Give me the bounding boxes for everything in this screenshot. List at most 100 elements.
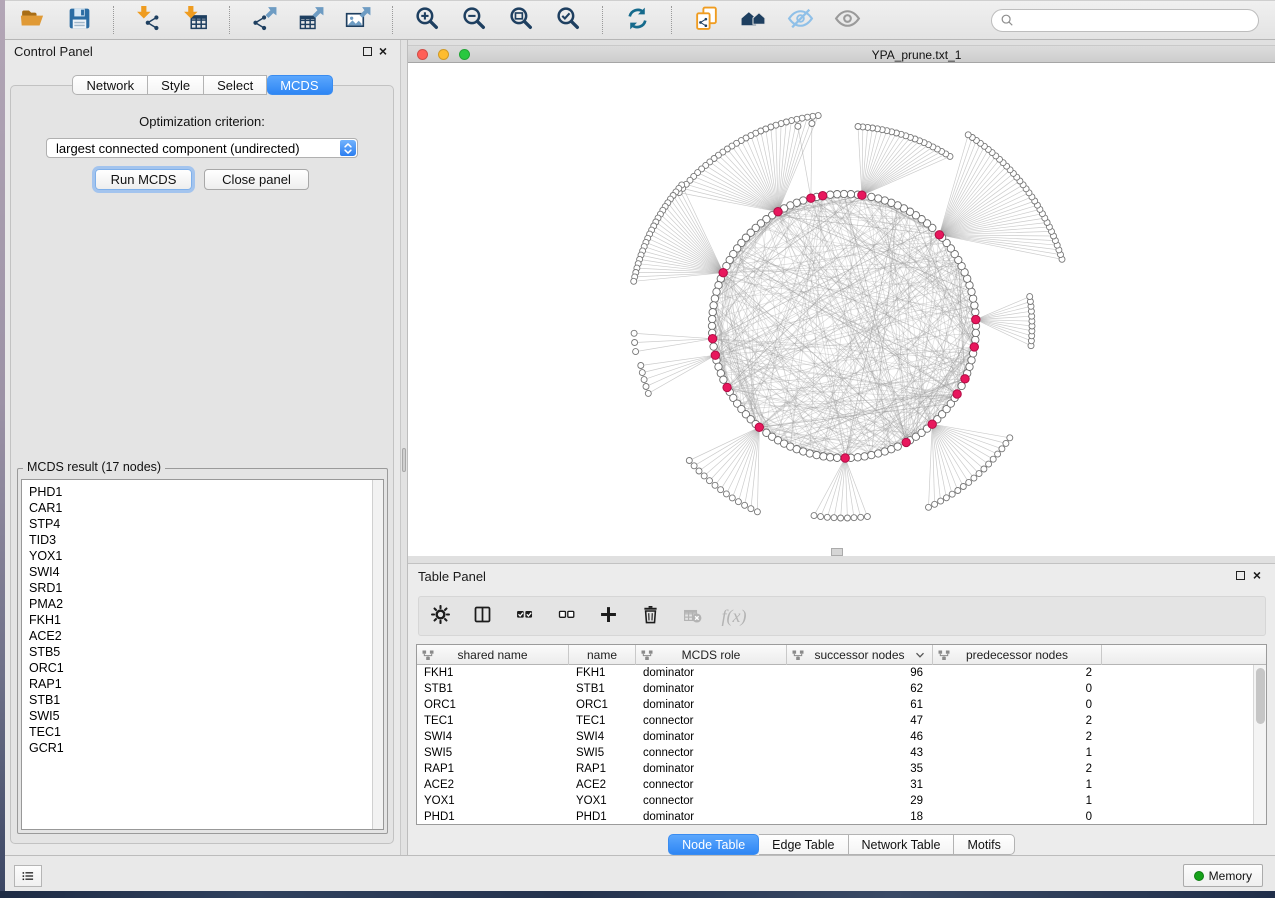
table-scrollbar[interactable] [1253, 665, 1266, 824]
criterion-dropdown[interactable]: largest connected component (undirected) [46, 138, 358, 158]
zoom-out-button[interactable] [457, 4, 491, 36]
mcds-result-item[interactable]: GCR1 [22, 740, 371, 756]
table-cell[interactable]: 2 [933, 729, 1102, 745]
table-cell[interactable]: SWI5 [417, 745, 569, 761]
table-row[interactable]: SWI5SWI5connector431 [417, 745, 1266, 761]
table-cell[interactable]: dominator [636, 665, 787, 681]
table-cell[interactable]: 18 [787, 809, 933, 824]
table-cell[interactable]: SWI4 [417, 729, 569, 745]
save-session-button[interactable] [62, 4, 96, 36]
mcds-result-item[interactable]: SRD1 [22, 580, 371, 596]
close-panel-button[interactable]: Close panel [204, 169, 309, 190]
table-cell[interactable]: 31 [787, 777, 933, 793]
tab-network[interactable]: Network [72, 75, 148, 95]
mcds-result-item[interactable]: PMA2 [22, 596, 371, 612]
table-cell[interactable]: dominator [636, 697, 787, 713]
zoom-in-button[interactable] [410, 4, 444, 36]
mcds-result-item[interactable]: RAP1 [22, 676, 371, 692]
import-network-button[interactable] [131, 4, 165, 36]
close-window-icon[interactable] [417, 49, 428, 60]
first-neighbors-button[interactable] [736, 4, 770, 36]
table-cell[interactable]: connector [636, 713, 787, 729]
table-cell[interactable]: STB1 [569, 681, 636, 697]
table-row[interactable]: STB1STB1dominator620 [417, 681, 1266, 697]
float-panel-icon[interactable] [363, 47, 372, 56]
mcds-result-item[interactable]: STB1 [22, 692, 371, 708]
table-cell[interactable]: 1 [933, 777, 1102, 793]
delete-column-button[interactable] [637, 602, 663, 630]
table-cell[interactable]: FKH1 [417, 665, 569, 681]
list-scrollbar[interactable] [372, 480, 383, 829]
deselect-all-button[interactable] [553, 602, 579, 630]
duplicate-network-button[interactable] [689, 4, 723, 36]
export-table-button[interactable] [294, 4, 328, 36]
table-row[interactable]: RAP1RAP1dominator352 [417, 761, 1266, 777]
mcds-result-item[interactable]: ORC1 [22, 660, 371, 676]
table-row[interactable]: ACE2ACE2connector311 [417, 777, 1266, 793]
mcds-result-item[interactable]: PHD1 [22, 484, 371, 500]
add-column-button[interactable] [595, 602, 621, 630]
table-cell[interactable]: FKH1 [569, 665, 636, 681]
tab-style[interactable]: Style [148, 75, 204, 95]
table-cell[interactable]: PHD1 [417, 809, 569, 824]
scrollbar-thumb[interactable] [1256, 668, 1265, 724]
mcds-result-item[interactable]: TID3 [22, 532, 371, 548]
table-cell[interactable]: 29 [787, 793, 933, 809]
table-cell[interactable]: 1 [933, 745, 1102, 761]
table-cell[interactable]: RAP1 [569, 761, 636, 777]
mcds-result-item[interactable]: YOX1 [22, 548, 371, 564]
table-cell[interactable]: 0 [933, 809, 1102, 824]
table-cell[interactable]: PHD1 [569, 809, 636, 824]
mcds-result-item[interactable]: STB5 [22, 644, 371, 660]
tab-edge-table[interactable]: Edge Table [759, 834, 848, 855]
show-column-button[interactable] [469, 602, 495, 630]
export-network-button[interactable] [247, 4, 281, 36]
table-options-button[interactable] [427, 602, 453, 630]
table-cell[interactable]: 47 [787, 713, 933, 729]
hide-selected-button[interactable] [783, 4, 817, 36]
mcds-result-item[interactable]: ACE2 [22, 628, 371, 644]
table-cell[interactable]: 2 [933, 713, 1102, 729]
table-cell[interactable]: RAP1 [417, 761, 569, 777]
select-all-button[interactable] [511, 602, 537, 630]
column-header-name[interactable]: name [569, 645, 636, 665]
mcds-result-item[interactable]: FKH1 [22, 612, 371, 628]
table-cell[interactable]: dominator [636, 761, 787, 777]
table-cell[interactable]: 46 [787, 729, 933, 745]
column-header-successor-nodes[interactable]: successor nodes [787, 645, 933, 665]
mcds-result-item[interactable]: SWI4 [22, 564, 371, 580]
zoom-fit-button[interactable] [504, 4, 538, 36]
column-header-predecessor-nodes[interactable]: predecessor nodes [933, 645, 1102, 665]
zoom-selected-button[interactable] [551, 4, 585, 36]
refresh-view-button[interactable] [620, 4, 654, 36]
table-cell[interactable]: ACE2 [569, 777, 636, 793]
table-cell[interactable]: 2 [933, 665, 1102, 681]
table-cell[interactable]: 0 [933, 697, 1102, 713]
zoom-window-icon[interactable] [459, 49, 470, 60]
tab-node-table[interactable]: Node Table [668, 834, 759, 855]
table-cell[interactable]: TEC1 [569, 713, 636, 729]
show-all-button[interactable] [830, 4, 864, 36]
memory-button[interactable]: Memory [1183, 864, 1263, 887]
search-input[interactable] [1014, 11, 1258, 30]
table-cell[interactable]: 2 [933, 761, 1102, 777]
table-cell[interactable]: dominator [636, 729, 787, 745]
table-row[interactable]: TEC1TEC1connector472 [417, 713, 1266, 729]
table-row[interactable]: SWI4SWI4dominator462 [417, 729, 1266, 745]
table-row[interactable]: YOX1YOX1connector291 [417, 793, 1266, 809]
table-cell[interactable]: TEC1 [417, 713, 569, 729]
column-header-shared-name[interactable]: shared name [417, 645, 569, 665]
splitter-handle-icon[interactable] [402, 448, 406, 472]
table-cell[interactable]: STB1 [417, 681, 569, 697]
mcds-result-item[interactable]: STP4 [22, 516, 371, 532]
table-cell[interactable]: ACE2 [417, 777, 569, 793]
table-cell[interactable]: 0 [933, 681, 1102, 697]
tab-select[interactable]: Select [204, 75, 267, 95]
table-cell[interactable]: 62 [787, 681, 933, 697]
network-canvas[interactable] [408, 63, 1275, 556]
table-cell[interactable]: 35 [787, 761, 933, 777]
table-cell[interactable]: 61 [787, 697, 933, 713]
table-row[interactable]: FKH1FKH1dominator962 [417, 665, 1266, 681]
tab-mcds[interactable]: MCDS [267, 75, 332, 95]
tab-network-table[interactable]: Network Table [849, 834, 955, 855]
